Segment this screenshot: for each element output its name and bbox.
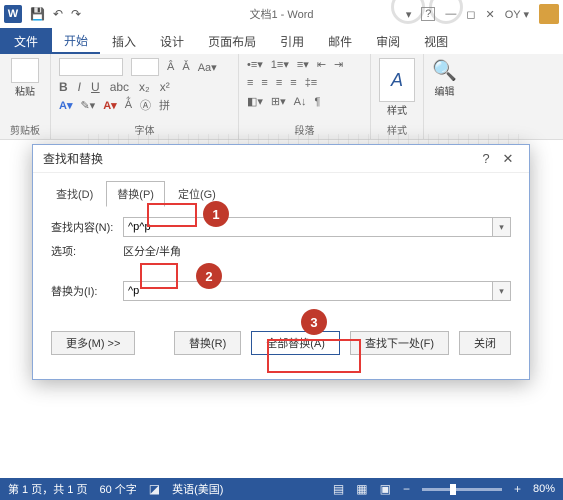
signin-label[interactable]: OY ▾ bbox=[505, 8, 529, 21]
group-clipboard-label: 剪贴板 bbox=[8, 122, 42, 137]
bullets-icon[interactable]: •≡▾ bbox=[247, 58, 263, 71]
subscript-icon[interactable]: x₂ bbox=[139, 80, 150, 94]
tab-file[interactable]: 文件 bbox=[0, 28, 52, 54]
group-clipboard: 粘贴 剪贴板 bbox=[0, 54, 51, 139]
highlight-icon[interactable]: ✎▾ bbox=[80, 99, 95, 112]
tab-view[interactable]: 视图 bbox=[412, 28, 460, 54]
enclose-icon[interactable]: A͋ bbox=[125, 99, 132, 111]
tab-review[interactable]: 审阅 bbox=[364, 28, 412, 54]
zoom-in-icon[interactable]: + bbox=[514, 482, 521, 496]
font-color-icon[interactable]: A▾ bbox=[103, 99, 116, 112]
align-left-icon[interactable]: ≡ bbox=[247, 77, 253, 89]
tab-references[interactable]: 引用 bbox=[268, 28, 316, 54]
tab-replace[interactable]: 替换(P) bbox=[106, 181, 165, 207]
dialog-close-icon[interactable]: ✕ bbox=[497, 151, 519, 167]
find-input[interactable] bbox=[123, 217, 493, 237]
shading-icon[interactable]: ◧▾ bbox=[247, 95, 263, 108]
quick-access-toolbar: 💾 ↶ ↷ bbox=[30, 7, 81, 21]
tab-goto[interactable]: 定位(G) bbox=[167, 181, 227, 207]
dialog-tabs: 查找(D) 替换(P) 定位(G) bbox=[33, 173, 529, 207]
align-center-icon[interactable]: ≡ bbox=[261, 77, 267, 89]
redo-icon[interactable]: ↷ bbox=[71, 7, 81, 21]
align-right-icon[interactable]: ≡ bbox=[276, 77, 282, 89]
tab-mailings[interactable]: 邮件 bbox=[316, 28, 364, 54]
save-icon[interactable]: 💾 bbox=[30, 7, 45, 21]
paste-icon bbox=[11, 58, 39, 83]
change-case-icon[interactable]: Aa▾ bbox=[198, 58, 217, 76]
font-size-combo[interactable] bbox=[131, 58, 159, 76]
italic-icon[interactable]: I bbox=[78, 80, 81, 94]
replace-label: 替换为(I): bbox=[51, 283, 123, 299]
replace-button[interactable]: 替换(R) bbox=[174, 331, 241, 355]
dialog-help-icon[interactable]: ? bbox=[475, 151, 497, 166]
line-spacing-icon[interactable]: ‡≡ bbox=[305, 77, 318, 89]
options-label: 选项: bbox=[51, 243, 123, 259]
ribbon-tabs: 文件 开始 插入 设计 页面布局 引用 邮件 审阅 视图 bbox=[0, 28, 563, 54]
proofing-icon[interactable]: ◪ bbox=[149, 482, 160, 496]
replace-input[interactable] bbox=[123, 281, 493, 301]
find-dropdown-icon[interactable]: ▾ bbox=[493, 217, 511, 237]
numbering-icon[interactable]: 1≡▾ bbox=[271, 58, 289, 71]
styles-button[interactable]: A bbox=[379, 58, 415, 102]
show-marks-icon[interactable]: ¶ bbox=[315, 96, 321, 108]
multilevel-icon[interactable]: ≡▾ bbox=[297, 58, 309, 71]
find-icon[interactable]: 🔍 bbox=[432, 58, 457, 83]
read-mode-icon[interactable]: ▤ bbox=[333, 482, 344, 496]
status-language[interactable]: 英语(美国) bbox=[172, 481, 223, 497]
dialog-title: 查找和替换 bbox=[43, 150, 103, 167]
more-button[interactable]: 更多(M) >> bbox=[51, 331, 135, 355]
bold-icon[interactable]: B bbox=[59, 80, 68, 94]
group-paragraph: •≡▾ 1≡▾ ≡▾ ⇤ ⇥ ≡ ≡ ≡ ≡ ‡≡ ◧▾ ⊞▾ A↓ ¶ 段落 bbox=[239, 54, 371, 139]
phonetic-icon[interactable]: 拼 bbox=[159, 97, 170, 113]
word-icon: W bbox=[4, 5, 22, 23]
ribbon: 粘贴 剪贴板 Â Ǎ Aa▾ B I U abc x₂ x² A▾ ✎▾ bbox=[0, 54, 563, 140]
borders-icon[interactable]: ⊞▾ bbox=[271, 95, 286, 108]
grow-font-icon[interactable]: Â bbox=[167, 58, 174, 76]
find-label: 查找内容(N): bbox=[51, 219, 123, 235]
font-family-combo[interactable] bbox=[59, 58, 123, 76]
find-replace-dialog: 查找和替换 ? ✕ 查找(D) 替换(P) 定位(G) 查找内容(N): ▾ 选… bbox=[32, 144, 530, 380]
close-icon[interactable]: ✕ bbox=[486, 8, 495, 21]
zoom-out-icon[interactable]: − bbox=[403, 482, 410, 496]
justify-icon[interactable]: ≡ bbox=[290, 77, 296, 89]
strike-icon[interactable]: abc bbox=[110, 80, 129, 94]
replace-dropdown-icon[interactable]: ▾ bbox=[493, 281, 511, 301]
tab-find[interactable]: 查找(D) bbox=[45, 181, 104, 207]
options-value: 区分全/半角 bbox=[123, 243, 181, 259]
restore-icon[interactable]: ◻ bbox=[466, 8, 475, 21]
status-wordcount[interactable]: 60 个字 bbox=[99, 481, 136, 497]
document-title: 文档1 - Word bbox=[250, 6, 314, 22]
superscript-icon[interactable]: x² bbox=[160, 80, 170, 94]
avatar[interactable] bbox=[539, 4, 559, 24]
group-font: Â Ǎ Aa▾ B I U abc x₂ x² A▾ ✎▾ A▾ A͋ Ⓐ … bbox=[51, 54, 239, 139]
print-layout-icon[interactable]: ▦ bbox=[356, 482, 367, 496]
statusbar: 第 1 页，共 1 页 60 个字 ◪ 英语(美国) ▤ ▦ ▣ − + 80% bbox=[0, 478, 563, 500]
tab-design[interactable]: 设计 bbox=[148, 28, 196, 54]
tab-insert[interactable]: 插入 bbox=[100, 28, 148, 54]
undo-icon[interactable]: ↶ bbox=[53, 7, 63, 21]
dialog-titlebar: 查找和替换 ? ✕ bbox=[33, 145, 529, 173]
window-titlebar: W 💾 ↶ ↷ 文档1 - Word ▾ ? — ◻ ✕ OY ▾ bbox=[0, 0, 563, 28]
paste-button[interactable]: 粘贴 bbox=[8, 58, 42, 98]
underline-icon[interactable]: U bbox=[91, 80, 100, 94]
char-border-icon[interactable]: Ⓐ bbox=[140, 97, 151, 113]
zoom-level[interactable]: 80% bbox=[533, 483, 555, 495]
find-next-button[interactable]: 查找下一处(F) bbox=[350, 331, 449, 355]
web-layout-icon[interactable]: ▣ bbox=[380, 482, 391, 496]
tab-layout[interactable]: 页面布局 bbox=[196, 28, 268, 54]
shrink-font-icon[interactable]: Ǎ bbox=[182, 58, 189, 76]
sort-icon[interactable]: A↓ bbox=[294, 96, 307, 108]
zoom-slider[interactable] bbox=[422, 488, 502, 491]
close-button[interactable]: 关闭 bbox=[459, 331, 511, 355]
replace-all-button[interactable]: 全部替换(A) bbox=[251, 331, 340, 355]
text-effects-icon[interactable]: A▾ bbox=[59, 99, 72, 112]
group-styles: A 样式 样式 bbox=[371, 54, 424, 139]
indent-dec-icon[interactable]: ⇤ bbox=[317, 58, 326, 71]
status-page[interactable]: 第 1 页，共 1 页 bbox=[8, 481, 87, 497]
group-editing: 🔍 编辑 bbox=[424, 54, 465, 139]
indent-inc-icon[interactable]: ⇥ bbox=[334, 58, 343, 71]
tab-home[interactable]: 开始 bbox=[52, 28, 100, 54]
